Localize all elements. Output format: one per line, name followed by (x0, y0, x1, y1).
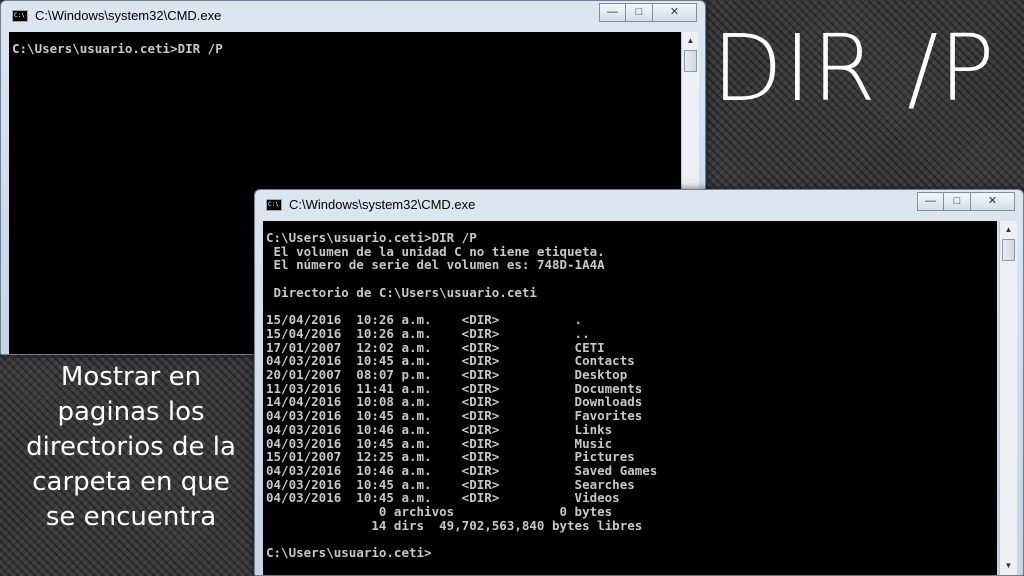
minimize-button[interactable]: — (917, 192, 944, 211)
vertical-scrollbar[interactable]: ▲ ▼ (999, 221, 1017, 575)
maximize-button[interactable]: □ (626, 3, 653, 22)
minimize-button[interactable]: — (599, 3, 626, 22)
scroll-up-icon[interactable]: ▲ (1002, 223, 1015, 237)
scroll-down-icon[interactable]: ▼ (1002, 559, 1015, 573)
window-title: C:\Windows\system32\CMD.exe (35, 8, 222, 23)
scroll-up-icon[interactable]: ▲ (684, 34, 697, 48)
window-controls: — □ ✕ (599, 3, 697, 23)
console-text: C:\Users\usuario.ceti>DIR /P (12, 41, 223, 56)
cmd-app-icon: C:\ (266, 199, 282, 211)
scroll-thumb[interactable] (684, 50, 697, 72)
caption-line: Mostrar en (60, 362, 202, 392)
caption-line: se encuentra (45, 502, 217, 532)
caption-line: carpeta en que (32, 467, 230, 497)
title-bar[interactable]: C:\ C:\Windows\system32\CMD.exe — □ ✕ (1, 1, 705, 31)
cmd-window-front[interactable]: C:\ C:\Windows\system32\CMD.exe — □ ✕ C:… (254, 189, 1024, 576)
slide-caption: Mostrar en paginas los directorios de la… (6, 360, 256, 545)
cmd-app-icon: C:\ (12, 10, 28, 22)
caption-line: directorios de la (26, 432, 236, 462)
caption-line: paginas los (57, 397, 205, 427)
window-title: C:\Windows\system32\CMD.exe (289, 197, 476, 212)
console-text: C:\Users\usuario.ceti>DIR /P El volumen … (266, 230, 658, 561)
console-output[interactable]: C:\Users\usuario.ceti>DIR /P El volumen … (263, 221, 997, 575)
close-button[interactable]: ✕ (971, 192, 1015, 211)
maximize-button[interactable]: □ (944, 192, 971, 211)
close-button[interactable]: ✕ (653, 3, 697, 22)
window-controls: — □ ✕ (917, 192, 1015, 212)
scroll-thumb[interactable] (1002, 239, 1015, 261)
slide-title: DIR /P (712, 15, 996, 122)
title-bar[interactable]: C:\ C:\Windows\system32\CMD.exe — □ ✕ (255, 190, 1023, 220)
